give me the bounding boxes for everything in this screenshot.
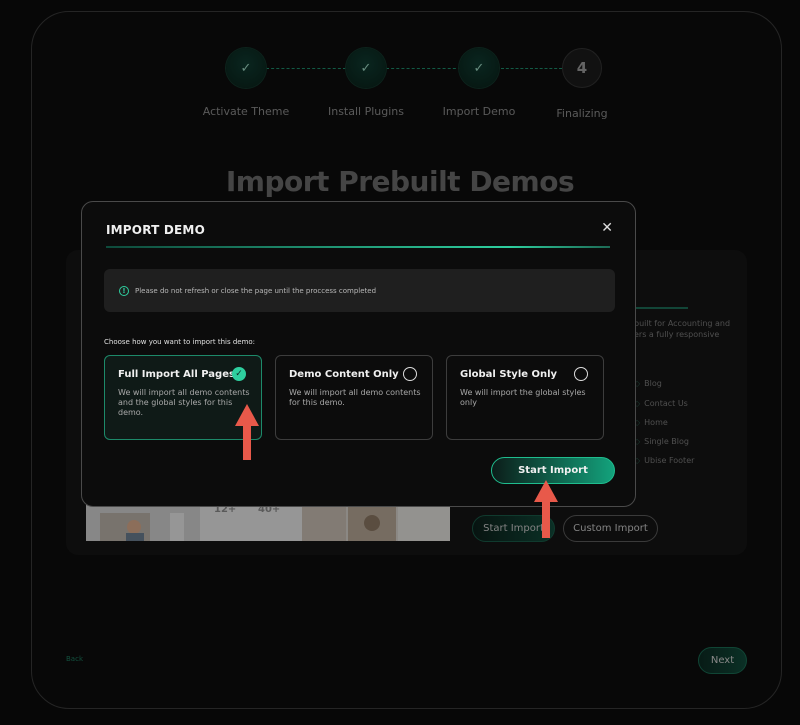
annotation-arrow-icon [235, 404, 259, 460]
option-description: We will import the global styles only [460, 388, 586, 407]
info-icon: ! [119, 285, 129, 296]
notice-text: Please do not refresh or close the page … [135, 286, 377, 295]
radio-icon[interactable] [403, 367, 417, 381]
annotation-arrow-icon [534, 480, 558, 538]
choose-label: Choose how you want to import this demo: [104, 338, 256, 346]
close-icon[interactable]: ✕ [601, 220, 613, 236]
notice-banner: ! Please do not refresh or close the pag… [104, 269, 615, 312]
option-global-style[interactable]: Global Style Only We will import the glo… [446, 355, 604, 440]
option-description: We will import all demo contents for thi… [289, 388, 421, 407]
radio-checked-icon[interactable]: ✓ [232, 367, 246, 381]
radio-icon[interactable] [574, 367, 588, 381]
option-demo-content[interactable]: Demo Content Only We will import all dem… [275, 355, 433, 440]
title-underline [106, 246, 610, 248]
modal-title: IMPORT DEMO [106, 223, 205, 237]
import-demo-modal: IMPORT DEMO ✕ ! Please do not refresh or… [81, 201, 636, 507]
